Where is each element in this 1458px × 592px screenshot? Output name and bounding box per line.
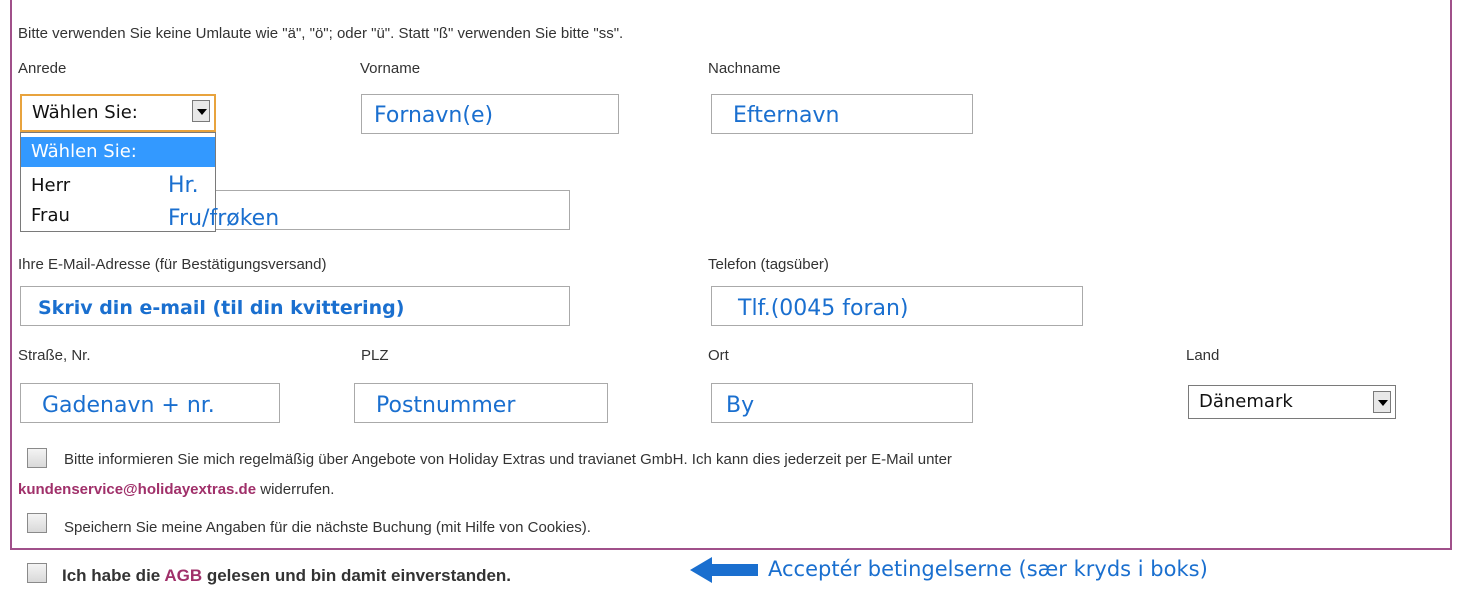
agb-checkbox[interactable] <box>27 563 47 583</box>
vorname-hint: Fornavn(e) <box>374 103 494 128</box>
cookies-text: Speichern Sie meine Angaben für die näch… <box>64 519 591 536</box>
plz-hint: Postnummer <box>376 393 516 418</box>
chevron-down-icon[interactable] <box>1373 391 1391 413</box>
land-select-value: Dänemark <box>1199 391 1293 412</box>
newsletter-checkbox[interactable] <box>27 448 47 468</box>
dropdown-option-waehlen[interactable]: Wählen Sie: <box>21 137 215 167</box>
nachname-hint: Efternavn <box>733 103 840 128</box>
label-strasse: Straße, Nr. <box>18 347 91 364</box>
herr-hint: Hr. <box>168 173 199 198</box>
chevron-down-icon[interactable] <box>192 100 210 122</box>
umlaut-notice: Bitte verwenden Sie keine Umlaute wie "ä… <box>18 25 624 42</box>
ort-hint: By <box>726 393 755 418</box>
label-anrede: Anrede <box>18 60 67 77</box>
label-vorname: Vorname <box>360 60 421 77</box>
label-nachname: Nachname <box>708 60 781 77</box>
label-ort: Ort <box>708 347 729 364</box>
cookies-checkbox[interactable] <box>27 513 47 533</box>
agb-link[interactable]: AGB <box>164 566 202 585</box>
label-land: Land <box>1186 347 1220 364</box>
kundenservice-link[interactable]: kundenservice@holidayextras.de <box>18 481 256 498</box>
accept-hint: Acceptér betingelserne (sær kryds i boks… <box>768 557 1208 581</box>
telefon-hint: Tlf.(0045 foran) <box>738 296 909 321</box>
agb-prefix: Ich habe die <box>62 566 165 585</box>
anrede-select-value: Wählen Sie: <box>32 102 138 123</box>
anrede-select[interactable]: Wählen Sie: <box>20 94 216 132</box>
email-hint: Skriv din e-mail (til din kvittering) <box>38 297 405 319</box>
label-telefon: Telefon (tagsüber) <box>708 256 829 273</box>
newsletter-suffix: widerrufen. <box>256 481 335 498</box>
label-plz: PLZ <box>361 347 389 364</box>
newsletter-text: Bitte informieren Sie mich regelmäßig üb… <box>64 451 952 468</box>
label-email: Ihre E-Mail-Adresse (für Bestätigungsver… <box>18 256 327 273</box>
strasse-hint: Gadenavn + nr. <box>42 393 215 418</box>
frau-hint: Fru/frøken <box>168 206 280 231</box>
agb-suffix: gelesen und bin damit einverstanden. <box>202 566 512 585</box>
land-select[interactable]: Dänemark <box>1188 385 1396 419</box>
arrow-left-icon <box>690 557 758 583</box>
agb-text: Ich habe die AGB gelesen und bin damit e… <box>62 566 511 586</box>
newsletter-text-line2: kundenservice@holidayextras.de widerrufe… <box>18 481 334 498</box>
